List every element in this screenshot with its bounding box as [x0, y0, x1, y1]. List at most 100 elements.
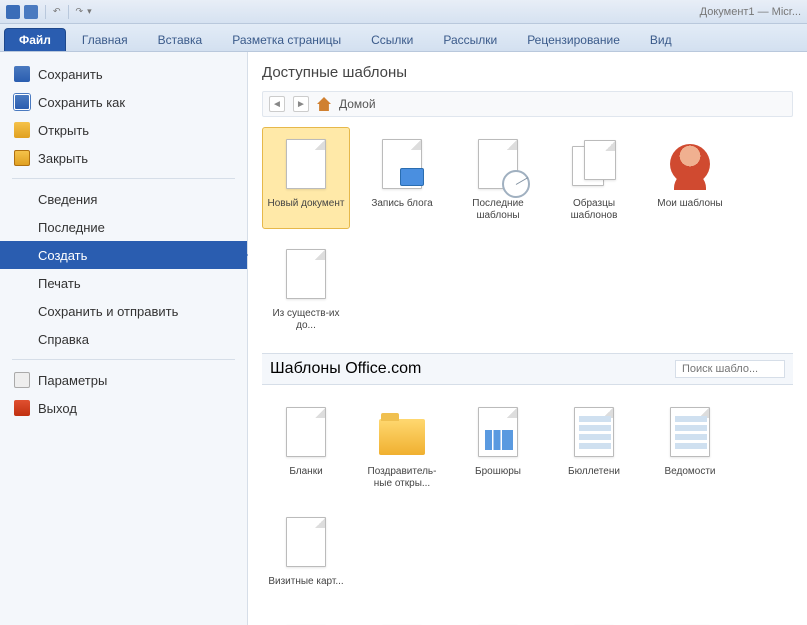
- template-label: Визитные карт...: [268, 576, 343, 600]
- document-icon: [278, 512, 334, 572]
- ic-save-icon: [14, 66, 30, 82]
- document-icon: [374, 620, 430, 625]
- ribbon-tab-рецензирование[interactable]: Рецензирование: [513, 29, 634, 51]
- category-item-3[interactable]: Наклейки: [550, 613, 638, 625]
- sheet-document-icon: [662, 402, 718, 462]
- templates-grid: Новый документ Запись блога Последние шабл…: [262, 127, 793, 339]
- sidebar-item-3[interactable]: Закрыть: [0, 144, 247, 172]
- sidebar-item-label: Выход: [38, 401, 77, 416]
- ribbon-tab-файл[interactable]: Файл: [4, 28, 66, 51]
- ribbon-tab-ссылки[interactable]: Ссылки: [357, 29, 427, 51]
- document-icon: [278, 620, 334, 625]
- ribbon-tab-вид[interactable]: Вид: [636, 29, 686, 51]
- sidebar-item-label: Сведения: [38, 192, 97, 207]
- sidebar-item-label: Справка: [38, 332, 89, 347]
- template-item-5[interactable]: Из существ-их до...: [262, 237, 350, 339]
- backstage-main: Доступные шаблоны ◄ ► Домой Новый докуме…: [248, 52, 807, 625]
- ic-exit-icon: [14, 400, 30, 416]
- category-item-5[interactable]: Визитные карт...: [262, 505, 350, 607]
- blog-document-icon: [374, 134, 430, 194]
- sidebar-item-label: Сохранить как: [38, 95, 125, 110]
- category-item-3[interactable]: Бюллетени: [550, 395, 638, 497]
- sidebar-item-label: Создать: [38, 248, 87, 263]
- template-breadcrumb: ◄ ► Домой: [262, 91, 793, 117]
- ribbon-tab-разметка страницы[interactable]: Разметка страницы: [218, 29, 355, 51]
- ic-close-icon: [14, 150, 30, 166]
- template-item-1[interactable]: Запись блога: [358, 127, 446, 229]
- chart-document-icon: [470, 402, 526, 462]
- word-app-icon[interactable]: [6, 5, 20, 19]
- template-item-4[interactable]: Мои шаблоны: [646, 127, 734, 229]
- sheet-document-icon: [566, 620, 622, 625]
- office-templates-title: Шаблоны Office.com: [270, 360, 421, 378]
- template-categories-row: Квитанции Конверты Контракты Наклейки Наряды…: [262, 613, 793, 625]
- template-label: Ведомости: [664, 466, 715, 490]
- ribbon-tab-вставка[interactable]: Вставка: [144, 29, 217, 51]
- template-label: Последние шаблоны: [457, 198, 539, 222]
- sidebar-item-7[interactable]: Создать: [0, 241, 247, 269]
- template-label: Образцы шаблонов: [553, 198, 635, 222]
- chart-document-icon: [662, 620, 718, 625]
- nav-forward-button[interactable]: ►: [293, 96, 309, 112]
- template-label: Брошюры: [475, 466, 521, 490]
- redo-icon[interactable]: ↷: [76, 6, 84, 17]
- sidebar-item-label: Печать: [38, 276, 81, 291]
- window-title: Документ1 — Micr...: [700, 6, 801, 18]
- template-item-0[interactable]: Новый документ: [262, 127, 350, 229]
- category-item-1[interactable]: Поздравитель-ные откры...: [358, 395, 446, 497]
- sidebar-item-2[interactable]: Открыть: [0, 116, 247, 144]
- category-item-4[interactable]: Наряды на работу: [646, 613, 734, 625]
- backstage-sidebar: Сохранить Сохранить как Открыть Закрыть Свед…: [0, 52, 248, 625]
- category-item-1[interactable]: Конверты: [358, 613, 446, 625]
- ic-open-icon: [14, 122, 30, 138]
- category-item-2[interactable]: Контракты: [454, 613, 542, 625]
- backstage-view: Сохранить Сохранить как Открыть Закрыть Свед…: [0, 52, 807, 625]
- sidebar-item-5[interactable]: Сведения: [0, 185, 247, 213]
- template-search-input[interactable]: [675, 360, 785, 378]
- document-icon: [278, 244, 334, 304]
- sidebar-item-8[interactable]: Печать: [0, 269, 247, 297]
- nav-back-button[interactable]: ◄: [269, 96, 285, 112]
- category-item-0[interactable]: Бланки: [262, 395, 350, 497]
- breadcrumb-home-label[interactable]: Домой: [339, 97, 376, 111]
- sidebar-item-label: Закрыть: [38, 151, 88, 166]
- category-item-4[interactable]: Ведомости: [646, 395, 734, 497]
- sidebar-item-label: Сохранить: [38, 67, 103, 82]
- recent-templates-icon: [470, 134, 526, 194]
- office-templates-header: Шаблоны Office.com: [262, 353, 793, 385]
- save-icon[interactable]: [24, 5, 38, 19]
- category-item-0[interactable]: Квитанции: [262, 613, 350, 625]
- document-icon: [278, 402, 334, 462]
- template-label: Мои шаблоны: [657, 198, 722, 222]
- my-templates-icon: [662, 134, 718, 194]
- sidebar-item-9[interactable]: Сохранить и отправить: [0, 297, 247, 325]
- template-item-2[interactable]: Последние шаблоны: [454, 127, 542, 229]
- sidebar-item-label: Последние: [38, 220, 105, 235]
- ic-options-icon: [14, 372, 30, 388]
- template-label: Из существ-их до...: [265, 308, 347, 332]
- sidebar-item-0[interactable]: Сохранить: [0, 60, 247, 88]
- home-icon[interactable]: [317, 97, 331, 111]
- qat-separator: [45, 5, 46, 19]
- template-categories-row: БланкиПоздравитель-ные откры... Брошюры Бю…: [262, 395, 793, 607]
- sidebar-item-12[interactable]: Параметры: [0, 366, 247, 394]
- ribbon-tab-рассылки[interactable]: Рассылки: [429, 29, 511, 51]
- ribbon-tabs: ФайлГлавнаяВставкаРазметка страницыСсылк…: [0, 24, 807, 52]
- category-item-2[interactable]: Брошюры: [454, 395, 542, 497]
- ic-saveas-icon: [14, 94, 30, 110]
- ribbon-tab-главная[interactable]: Главная: [68, 29, 142, 51]
- document-icon: [470, 620, 526, 625]
- available-templates-title: Доступные шаблоны: [262, 64, 793, 81]
- sidebar-separator: [12, 178, 235, 179]
- qat-dropdown-icon[interactable]: ▾: [87, 6, 92, 17]
- template-label: Запись блога: [371, 198, 432, 222]
- sidebar-item-13[interactable]: Выход: [0, 394, 247, 422]
- sidebar-item-6[interactable]: Последние: [0, 213, 247, 241]
- sidebar-item-1[interactable]: Сохранить как: [0, 88, 247, 116]
- template-item-3[interactable]: Образцы шаблонов: [550, 127, 638, 229]
- sidebar-item-10[interactable]: Справка: [0, 325, 247, 353]
- document-icon: [278, 134, 334, 194]
- sample-templates-icon: [566, 134, 622, 194]
- undo-icon[interactable]: ↶: [53, 6, 61, 17]
- titlebar: ↶ ↷ ▾ Документ1 — Micr...: [0, 0, 807, 24]
